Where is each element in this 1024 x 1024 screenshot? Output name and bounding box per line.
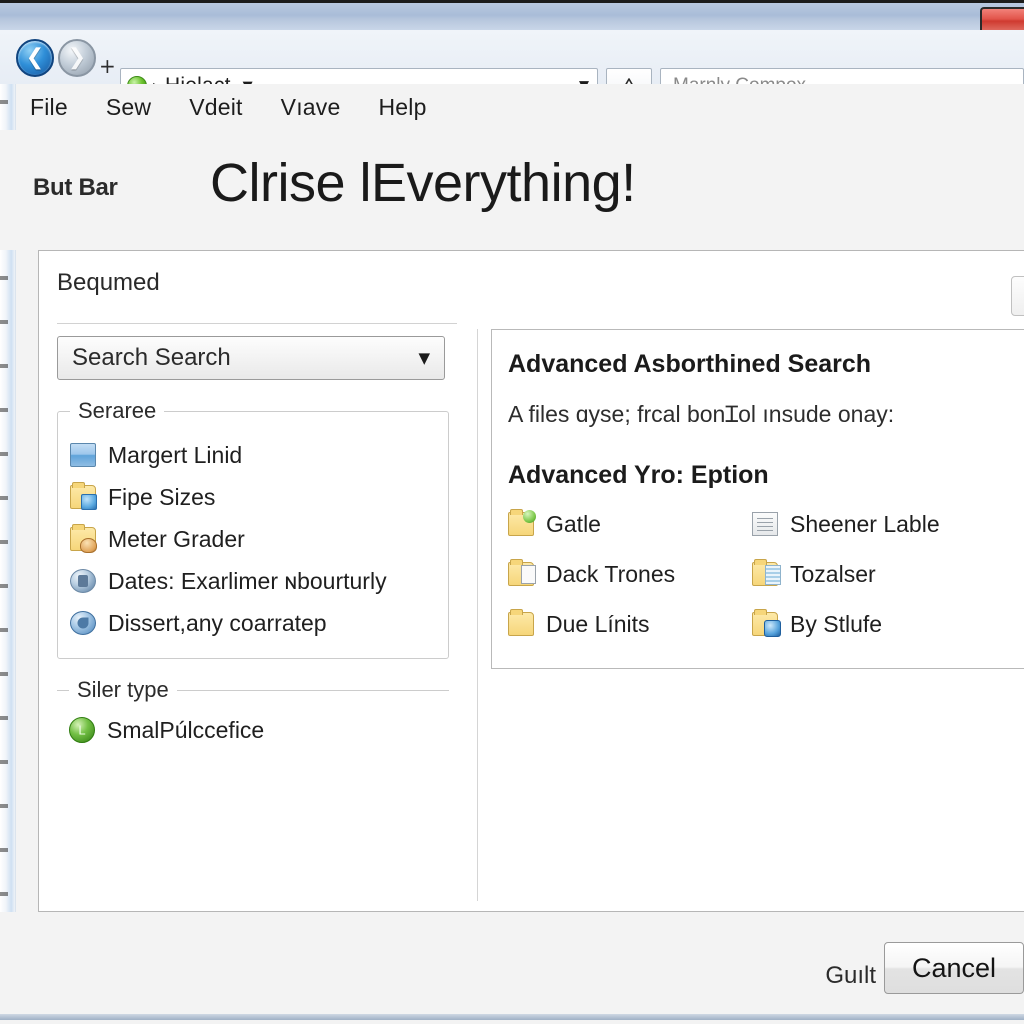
list-item-label: Dissert,any coarratep bbox=[108, 609, 327, 636]
page-title: Clrise lEverything! bbox=[210, 153, 636, 213]
footer-bar: Guılt Cancel bbox=[0, 912, 1024, 1020]
list-item[interactable]: Dissert,any coarratep bbox=[70, 602, 436, 644]
left-pane: Search Search ▼ Seraree Margert Linid Fi… bbox=[57, 336, 477, 751]
list-item[interactable]: SmalPúlccefice bbox=[69, 709, 437, 751]
folder-tan-badge-icon bbox=[70, 524, 97, 553]
folder-blue-badge-icon bbox=[70, 482, 97, 510]
panel-heading: Bequmed bbox=[57, 269, 160, 296]
folder-lines-icon bbox=[752, 559, 781, 586]
list-item[interactable]: Margert Linid bbox=[70, 434, 436, 476]
chevron-down-icon: ▼ bbox=[418, 349, 430, 367]
list-item-label: SmalPúlccefice bbox=[107, 716, 265, 743]
cancel-button[interactable]: Cancel bbox=[884, 942, 1024, 994]
right-pane-section-title: Advanced Yro: Eption bbox=[508, 461, 769, 489]
header-band: But Bar Clrise lEverything! bbox=[0, 130, 1024, 250]
search-scope-dropdown[interactable]: Search Search ▼ bbox=[57, 336, 445, 380]
cancel-button-label: Cancel bbox=[911, 952, 997, 983]
list-item[interactable]: Due Línits bbox=[508, 604, 752, 644]
siler-type-group: Siler type SmalPúlccefice bbox=[57, 677, 449, 751]
pane-splitter[interactable] bbox=[477, 329, 478, 901]
folder-doc-icon bbox=[508, 559, 536, 586]
list-item[interactable]: By Stlufe bbox=[752, 604, 1014, 644]
seraree-group: Seraree Margert Linid Fipe Sizes Meter G… bbox=[57, 398, 449, 659]
list-item-label: Due Línits bbox=[546, 610, 650, 637]
list-item[interactable]: Dates: Exarlimer ɴbourturly bbox=[70, 560, 436, 602]
menu-item-vdeit[interactable]: Vdeit bbox=[189, 94, 242, 121]
bar-label: But Bar bbox=[33, 174, 118, 201]
menu-item-file[interactable]: File bbox=[30, 94, 68, 121]
window-icon bbox=[70, 443, 96, 467]
main-panel: Bequmed ❯ Search Search ▼ Seraree Marger… bbox=[38, 250, 1024, 912]
back-arrow-icon[interactable]: ❮ bbox=[16, 39, 54, 77]
list-item[interactable]: Meter Grader bbox=[70, 518, 436, 560]
orb-blue-icon bbox=[70, 611, 96, 635]
siler-type-group-label: Siler type bbox=[77, 677, 169, 702]
right-pane: Advanced Asborthined Search A files ɑyse… bbox=[491, 329, 1024, 669]
list-item[interactable]: Dack Trones bbox=[508, 554, 752, 594]
footer-note: Guılt bbox=[825, 962, 876, 989]
title-bar bbox=[0, 0, 1024, 33]
menu-bar: File Sew Vdeit Vıave Help bbox=[0, 84, 1024, 130]
right-pane-subtitle: A files ɑyse; frcal bonꞮol ınsude onay: bbox=[508, 401, 895, 427]
orb-gray-icon bbox=[70, 569, 96, 593]
list-item-label: Dack Trones bbox=[546, 560, 676, 587]
seraree-group-label: Seraree bbox=[78, 398, 157, 423]
forward-arrow-icon[interactable]: ❯ bbox=[58, 39, 96, 77]
green-circle-icon bbox=[69, 717, 95, 743]
list-item-label: Tozalser bbox=[790, 560, 876, 587]
list-item-label: Margert Linid bbox=[108, 441, 243, 468]
menu-item-viave[interactable]: Vıave bbox=[281, 94, 341, 121]
list-item-label: Meter Grader bbox=[108, 525, 245, 552]
list-item[interactable]: Sheener Lable bbox=[752, 504, 1014, 544]
list-item-label: Fipe Sizes bbox=[108, 483, 216, 510]
window-bottom-edge bbox=[0, 1014, 1024, 1020]
nav-plus-label: + bbox=[99, 54, 116, 78]
list-item[interactable]: Fipe Sizes bbox=[70, 476, 436, 518]
list-item-label: By Stlufe bbox=[790, 610, 883, 637]
forward-arrow-glyph: ❯ bbox=[67, 45, 87, 70]
search-scope-value: Search Search bbox=[72, 344, 231, 371]
folder-pen-icon bbox=[752, 609, 781, 637]
list-item[interactable]: Gatle bbox=[508, 504, 752, 544]
list-item-label: Sheener Lable bbox=[790, 510, 940, 537]
right-pane-item-grid: Gatle Sheener Lable Dack Trones Tozalser… bbox=[508, 504, 1014, 644]
list-item-label: Gatle bbox=[546, 510, 601, 537]
back-arrow-glyph: ❮ bbox=[25, 45, 45, 70]
next-button[interactable]: ❯ bbox=[1011, 276, 1024, 316]
document-icon bbox=[752, 512, 778, 536]
panel-divider bbox=[57, 323, 457, 324]
menu-item-help[interactable]: Help bbox=[378, 94, 426, 121]
list-item-label: Dates: Exarlimer ɴbourturly bbox=[108, 567, 387, 594]
folder-icon bbox=[508, 609, 534, 636]
menu-item-sew[interactable]: Sew bbox=[106, 94, 151, 121]
list-item[interactable]: Tozalser bbox=[752, 554, 1014, 594]
right-pane-title: Advanced Asborthined Search bbox=[508, 350, 872, 378]
folder-green-badge-icon bbox=[508, 509, 536, 536]
explorer-window: ❮ ❯ + ▸ Hielact ▼ ▼ Marnly Compox File S… bbox=[0, 0, 1024, 1024]
navigation-bar: ❮ ❯ + ▸ Hielact ▼ ▼ Marnly Compox bbox=[0, 30, 1024, 104]
